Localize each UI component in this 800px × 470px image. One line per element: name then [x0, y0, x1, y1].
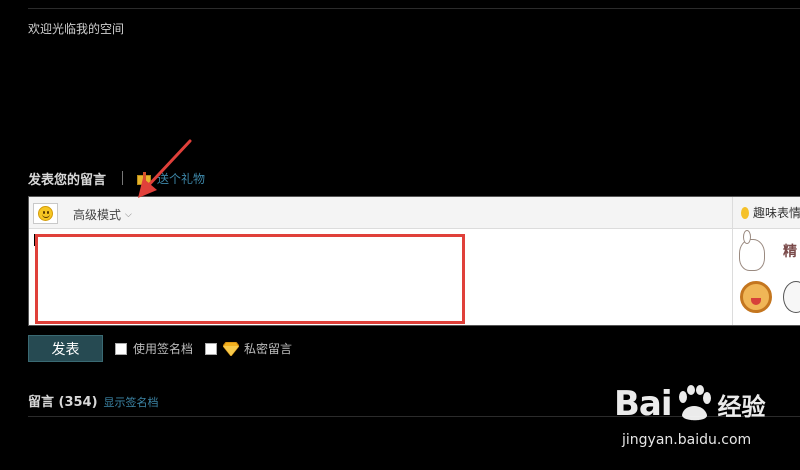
text-caret	[34, 234, 35, 246]
use-signature-checkbox[interactable]	[115, 342, 127, 355]
message-textarea[interactable]	[35, 234, 465, 324]
publish-button[interactable]: 发表	[28, 335, 103, 362]
use-signature-label: 使用签名档	[133, 342, 194, 356]
advanced-mode-dropdown[interactable]: 高级模式 ⌵	[73, 206, 132, 223]
show-signature-link[interactable]: 显示签名档	[104, 394, 159, 410]
rabbit-emote[interactable]	[739, 230, 765, 271]
messages-title: 留言 (354)	[28, 395, 98, 410]
watermark-brand: Bai	[614, 384, 673, 424]
watermark-product: 经验	[717, 392, 766, 421]
panda-emote[interactable]	[783, 281, 800, 313]
compose-header: 发表您的留言 送个礼物	[28, 168, 205, 188]
chevron-down-icon: ⌵	[125, 209, 132, 220]
send-gift-link[interactable]: 送个礼物	[157, 170, 205, 187]
emote-panel-label: 趣味表情	[752, 206, 800, 220]
messages-header: 留言 (354) 显示签名档	[28, 391, 159, 410]
smiley-icon	[38, 206, 53, 221]
private-message-checkbox[interactable]	[205, 342, 218, 355]
emote-panel-header[interactable]: 趣味表情	[733, 197, 800, 229]
diamond-icon	[223, 341, 240, 356]
baidu-watermark: Bai 经验 jingyan.baidu.com	[614, 384, 800, 470]
watermark-logo: Bai 经验	[614, 384, 766, 424]
emote-smiley-icon	[741, 206, 749, 219]
private-message-label: 私密留言	[244, 342, 293, 356]
watermark-url: jingyan.baidu.com	[622, 432, 752, 448]
advanced-mode-label: 高级模式	[73, 208, 122, 222]
header-separator	[122, 171, 124, 185]
editor-toolbar: 高级模式 ⌵	[29, 197, 799, 229]
top-divider	[28, 8, 800, 9]
message-editor: 高级模式 ⌵ 趣味表情 精	[28, 196, 800, 326]
fun-emote-panel: 趣味表情 精	[732, 197, 800, 325]
paw-icon	[678, 385, 711, 421]
text-emote[interactable]: 精	[783, 241, 797, 261]
compose-title: 发表您的留言	[28, 172, 107, 188]
welcome-text: 欢迎光临我的空间	[28, 22, 125, 36]
gift-icon[interactable]	[137, 171, 152, 185]
submit-row: 发表 使用签名档 私密留言	[28, 335, 304, 362]
cookie-emote[interactable]	[740, 281, 772, 313]
emoticon-button[interactable]	[33, 203, 58, 224]
